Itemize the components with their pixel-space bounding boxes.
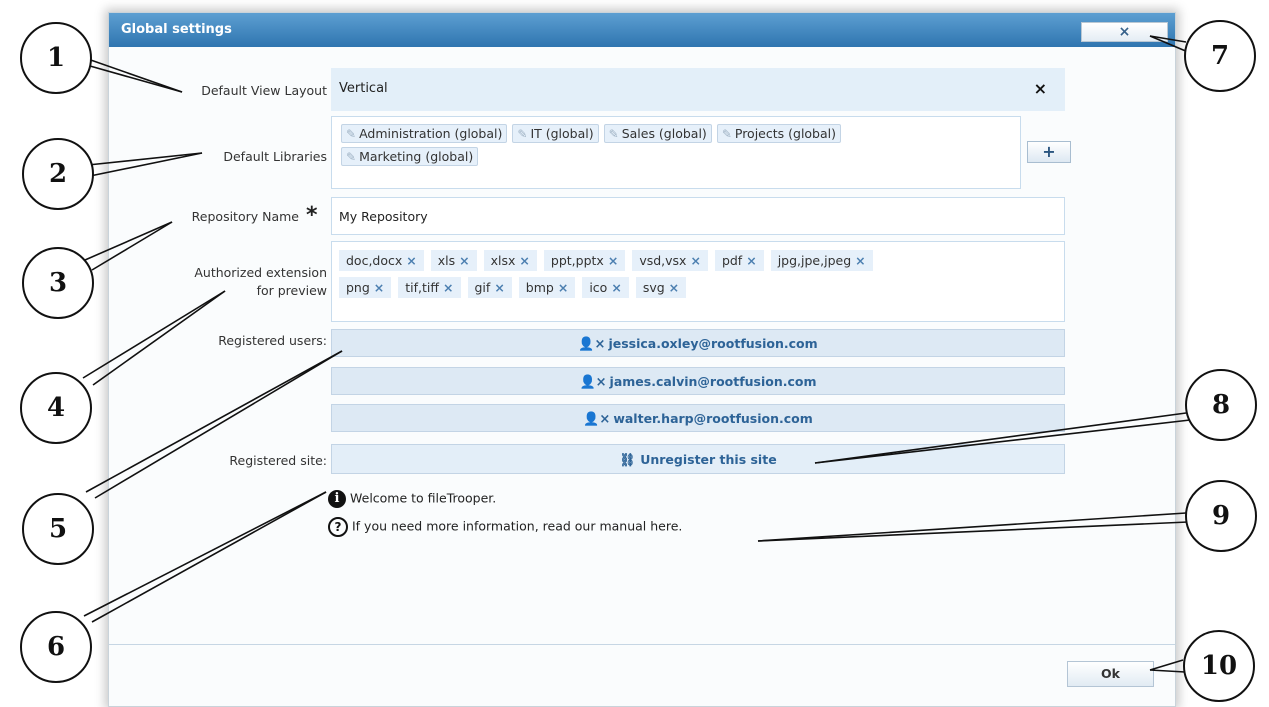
leader-line-1 [84, 57, 183, 93]
callout-5: 5 [22, 493, 94, 565]
leader-line-3b [91, 221, 173, 271]
leader-line-6b [91, 491, 327, 623]
callout-4: 4 [20, 372, 92, 444]
leader-line-10b [1149, 669, 1186, 673]
leader-line-2 [87, 152, 203, 166]
callout-1: 1 [20, 22, 92, 94]
callout-9: 9 [1185, 480, 1257, 552]
leader-line-6 [83, 491, 327, 617]
leader-line-4b [92, 290, 226, 386]
leader-line-8b [814, 419, 1191, 464]
leader-line-5b [94, 350, 343, 499]
callout-7: 7 [1184, 20, 1256, 92]
leader-line-4 [82, 290, 226, 379]
leader-line-2b [89, 152, 203, 177]
leader-line-5 [85, 350, 343, 493]
callout-6: 6 [20, 611, 92, 683]
leader-line-3 [84, 221, 173, 261]
leader-line-1b [89, 65, 183, 93]
leader-line-9 [757, 512, 1187, 542]
callout-2: 2 [22, 138, 94, 210]
leader-line-9b [757, 521, 1189, 542]
callout-8: 8 [1185, 369, 1257, 441]
callout-10: 10 [1183, 630, 1255, 702]
leader-line-8 [814, 412, 1187, 464]
callout-leader-lines [82, 35, 1191, 673]
callout-3: 3 [22, 247, 94, 319]
leader-line-10 [1149, 659, 1184, 671]
